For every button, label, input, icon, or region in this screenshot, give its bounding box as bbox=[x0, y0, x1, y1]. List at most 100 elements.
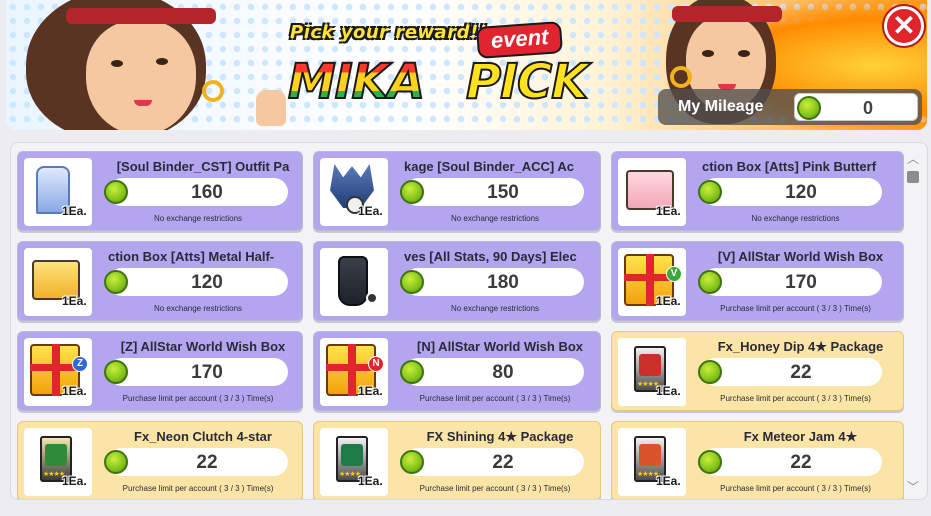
item-price: 170 bbox=[698, 268, 882, 296]
mileage-coin-icon bbox=[698, 450, 722, 474]
mileage-value-box: 0 bbox=[794, 93, 918, 121]
item-price: 160 bbox=[104, 178, 288, 206]
item-price-value: 160 bbox=[191, 182, 223, 203]
glove-icon bbox=[338, 256, 368, 306]
mileage-coin-icon bbox=[104, 180, 128, 204]
item-price: 80 bbox=[400, 358, 584, 386]
mika-pick-window: Pick your reward!! event MIKA PICK ✕ My … bbox=[0, 0, 931, 516]
mileage-coin-icon bbox=[104, 450, 128, 474]
reward-card[interactable]: 1Ea. ction Box [Atts] Pink Butterf 120 No e… bbox=[611, 151, 904, 231]
reward-card[interactable]: N 1Ea. [N] AllStar World Wish Box 80 Purchas… bbox=[313, 331, 601, 411]
item-price: 180 bbox=[400, 268, 584, 296]
item-quantity: 1Ea. bbox=[358, 384, 383, 398]
item-name: ves [All Stats, 90 Days] Elec bbox=[404, 249, 577, 264]
mileage-coin-icon bbox=[104, 270, 128, 294]
banner-tagline: Pick your reward!! bbox=[290, 22, 488, 43]
waving-hand bbox=[256, 90, 286, 126]
item-price: 120 bbox=[104, 268, 288, 296]
magnify-icon bbox=[366, 292, 378, 304]
item-limit: Purchase limit per account ( 3 / 3 ) Tim… bbox=[122, 394, 274, 403]
reward-card[interactable]: 1Ea. ction Box [Atts] Metal Half- 120 No ex… bbox=[17, 241, 303, 321]
mileage-label: My Mileage bbox=[678, 98, 764, 115]
item-price-value: 170 bbox=[191, 362, 223, 383]
item-quantity: 1Ea. bbox=[656, 294, 681, 308]
reward-card[interactable]: ves [All Stats, 90 Days] Elec 180 No excha… bbox=[313, 241, 601, 321]
item-name: Fx Meteor Jam 4★ bbox=[743, 429, 858, 444]
item-name: [Soul Binder_CST] Outfit Pa bbox=[116, 159, 290, 174]
mika-character-left bbox=[16, 0, 266, 130]
item-limit: Purchase limit per account ( 3 / 3 ) Tim… bbox=[419, 484, 571, 493]
item-price-value: 22 bbox=[790, 362, 812, 383]
item-price: 22 bbox=[698, 448, 882, 476]
reward-card[interactable]: V 1Ea. [V] AllStar World Wish Box 170 Purcha… bbox=[611, 241, 904, 321]
reward-card[interactable]: Z 1Ea. [Z] AllStar World Wish Box 170 Purcha… bbox=[17, 331, 303, 411]
item-price-value: 150 bbox=[487, 182, 519, 203]
item-quantity: 1Ea. bbox=[62, 294, 87, 308]
item-price: 22 bbox=[400, 448, 584, 476]
item-limit: No exchange restrictions bbox=[450, 304, 540, 313]
scrollbar-thumb[interactable] bbox=[907, 171, 919, 183]
scroll-up-icon[interactable]: ︿ bbox=[906, 150, 920, 166]
reward-grid: 1Ea. [Soul Binder_CST] Outfit Pa 160 No exc… bbox=[17, 151, 904, 499]
item-limit: No exchange restrictions bbox=[751, 214, 840, 223]
item-name: [Z] AllStar World Wish Box bbox=[120, 339, 286, 354]
item-price-value: 22 bbox=[492, 452, 514, 473]
mileage-coin-icon bbox=[104, 360, 128, 384]
item-price: 22 bbox=[698, 358, 882, 386]
mileage-coin-icon bbox=[400, 450, 424, 474]
item-price-value: 120 bbox=[785, 182, 817, 203]
mileage-coin-icon bbox=[797, 96, 821, 120]
item-limit: Purchase limit per account ( 3 / 3 ) Tim… bbox=[720, 304, 871, 313]
my-mileage-panel: My Mileage 0 bbox=[658, 89, 922, 125]
logo-pick: PICK bbox=[465, 53, 589, 111]
item-price-value: 22 bbox=[790, 452, 812, 473]
item-limit: No exchange restrictions bbox=[153, 304, 243, 313]
item-limit: No exchange restrictions bbox=[450, 214, 540, 223]
reward-card[interactable]: ★★★★ 1Ea. FX Shining 4★ Package 22 Purchase … bbox=[313, 421, 601, 499]
item-limit: Purchase limit per account ( 3 / 3 ) Tim… bbox=[419, 394, 571, 403]
logo-mika: MIKA bbox=[287, 53, 426, 111]
close-icon: ✕ bbox=[892, 10, 916, 41]
item-name: kage [Soul Binder_ACC] Ac bbox=[404, 159, 574, 174]
reward-list: 1Ea. [Soul Binder_CST] Outfit Pa 160 No exc… bbox=[10, 142, 928, 500]
item-quantity: 1Ea. bbox=[656, 204, 681, 218]
item-price: 170 bbox=[104, 358, 288, 386]
reward-card[interactable]: 1Ea. [Soul Binder_CST] Outfit Pa 160 No exc… bbox=[17, 151, 303, 231]
item-price-value: 120 bbox=[191, 272, 223, 293]
reward-card[interactable]: ★★★★ 1Ea. Fx Meteor Jam 4★ 22 Purchase limit… bbox=[611, 421, 904, 499]
item-quantity: 1Ea. bbox=[656, 384, 681, 398]
reward-card[interactable]: ★★★★ 1Ea. Fx_Neon Clutch 4-star 22 Purchase … bbox=[17, 421, 303, 499]
item-name: Fx_Neon Clutch 4-star bbox=[134, 429, 272, 444]
item-limit: Purchase limit per account ( 3 / 3 ) Tim… bbox=[720, 484, 871, 493]
item-quantity: 1Ea. bbox=[62, 474, 87, 488]
item-price-value: 22 bbox=[196, 452, 218, 473]
item-quantity: 1Ea. bbox=[62, 384, 87, 398]
mileage-coin-icon bbox=[400, 180, 424, 204]
item-name: Fx_Honey Dip 4★ Package bbox=[717, 339, 884, 354]
v-tag-icon: V bbox=[666, 266, 682, 282]
item-limit: Purchase limit per account ( 3 / 3 ) Tim… bbox=[720, 394, 871, 403]
mileage-coin-icon bbox=[400, 360, 424, 384]
close-button[interactable]: ✕ bbox=[884, 6, 924, 46]
reward-card[interactable]: 1Ea. kage [Soul Binder_ACC] Ac 150 No excha… bbox=[313, 151, 601, 231]
item-price: 150 bbox=[400, 178, 584, 206]
mika-pick-logo: Pick your reward!! event MIKA PICK bbox=[284, 12, 634, 122]
item-thumbnail bbox=[320, 248, 388, 316]
item-quantity: 1Ea. bbox=[358, 474, 383, 488]
mileage-coin-icon bbox=[698, 360, 722, 384]
item-name: [V] AllStar World Wish Box bbox=[717, 249, 884, 264]
mileage-value: 0 bbox=[862, 98, 873, 118]
reward-card[interactable]: ★★★★ 1Ea. Fx_Honey Dip 4★ Package 22 Purchas… bbox=[611, 331, 904, 411]
item-limit: Purchase limit per account ( 3 / 3 ) Tim… bbox=[122, 484, 274, 493]
item-name: [N] AllStar World Wish Box bbox=[417, 339, 583, 354]
scroll-down-icon[interactable]: ﹀ bbox=[906, 478, 920, 494]
item-name: FX Shining 4★ Package bbox=[426, 429, 574, 444]
item-quantity: 1Ea. bbox=[656, 474, 681, 488]
item-name: ction Box [Atts] Metal Half- bbox=[108, 249, 275, 264]
item-price: 120 bbox=[698, 178, 882, 206]
z-tag-icon: Z bbox=[72, 356, 88, 372]
item-price-value: 80 bbox=[492, 362, 514, 383]
item-limit: No exchange restrictions bbox=[153, 214, 243, 223]
n-tag-icon: N bbox=[368, 356, 384, 372]
mileage-coin-icon bbox=[698, 180, 722, 204]
